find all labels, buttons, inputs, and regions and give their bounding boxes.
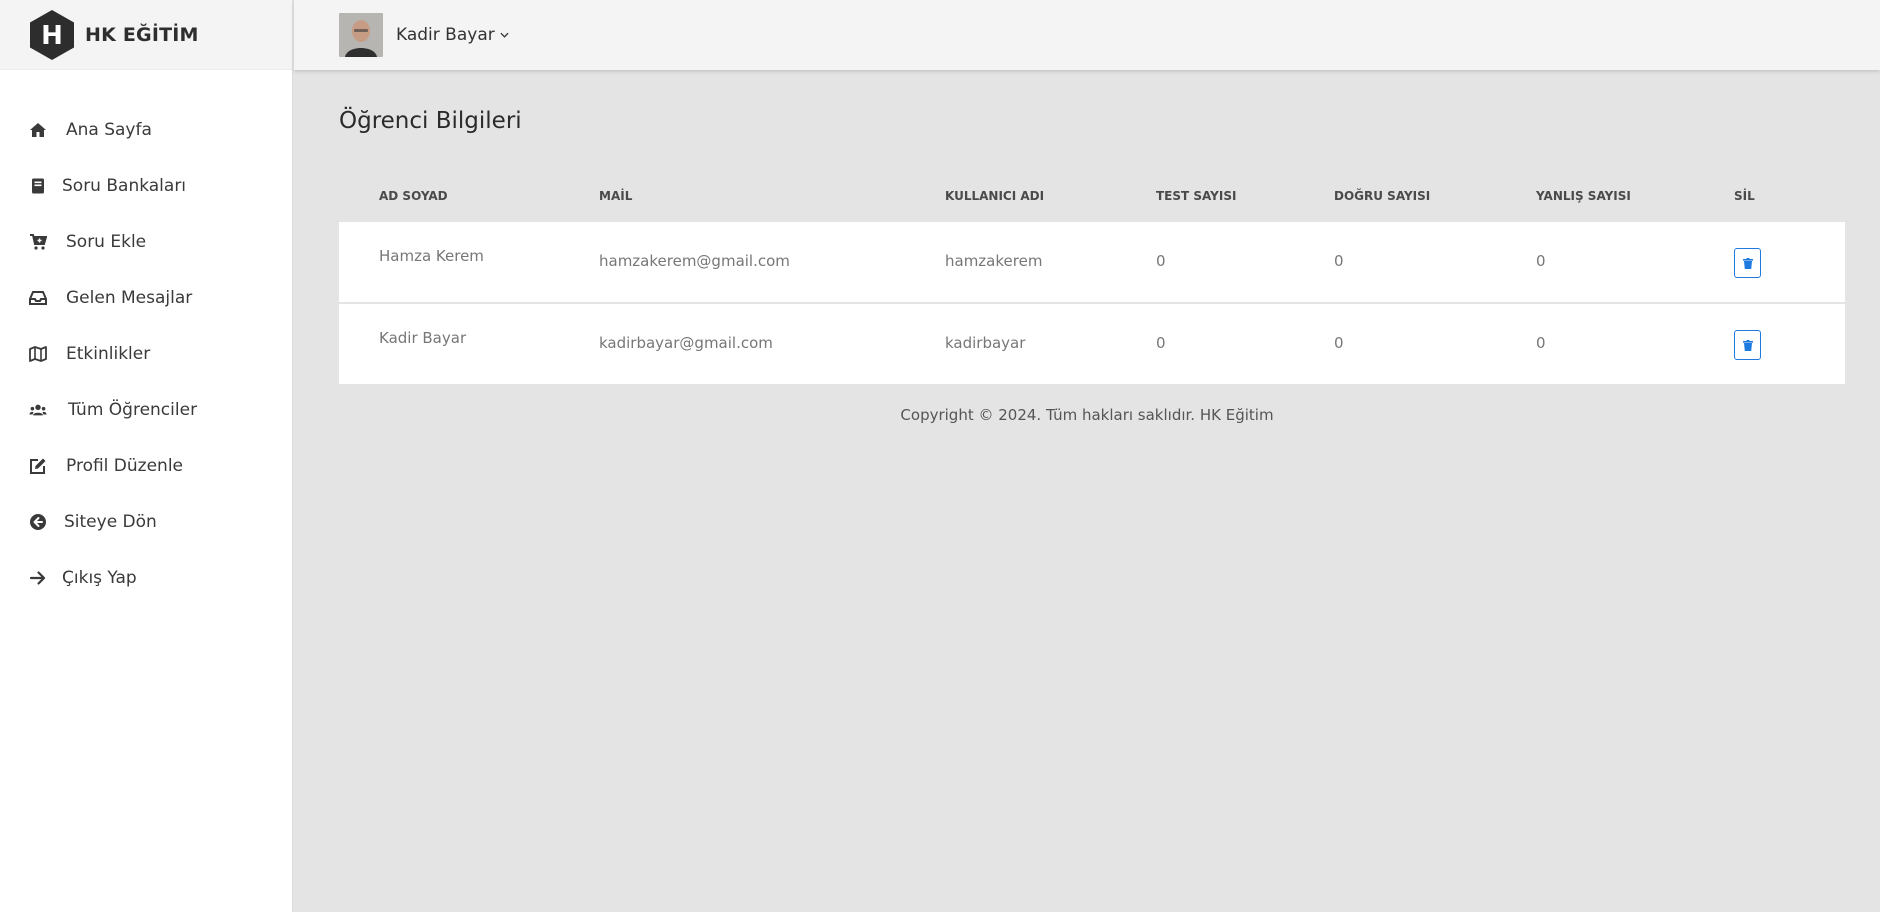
footer-copyright: Copyright © 2024. Tüm hakları saklıdır. … bbox=[900, 406, 1274, 424]
sidebar-item-ana-sayfa[interactable]: Ana Sayfa bbox=[0, 102, 292, 158]
student-name: Hamza Kerem bbox=[379, 247, 484, 265]
sidebar-item-label: Etkinlikler bbox=[66, 344, 151, 364]
table-row: Hamza Kerem hamzakerem@gmail.com hamzake… bbox=[339, 222, 1845, 302]
brand-logo-icon: H bbox=[30, 9, 74, 60]
map-icon bbox=[28, 344, 48, 364]
top-bar: Kadir Bayar bbox=[294, 0, 1880, 70]
sidebar-item-label: Profil Düzenle bbox=[66, 456, 184, 476]
edit-icon bbox=[28, 456, 48, 476]
column-header[interactable]: AD SOYAD bbox=[379, 189, 448, 203]
trash-icon bbox=[1742, 257, 1753, 269]
student-mail: hamzakerem@gmail.com bbox=[599, 252, 790, 270]
avatar[interactable] bbox=[339, 13, 383, 57]
sidebar-nav: Ana Sayfa Soru Bankaları Soru Ekle Gelen… bbox=[0, 70, 292, 606]
column-header[interactable]: YANLIŞ SAYISI bbox=[1536, 189, 1631, 203]
brand-logo-letter: H bbox=[41, 21, 63, 51]
students-table: AD SOYAD MAİL KULLANICI ADI TEST SAYISI … bbox=[339, 170, 1845, 384]
page-title: Öğrenci Bilgileri bbox=[339, 108, 522, 134]
sidebar-item-soru-bankalari[interactable]: Soru Bankaları bbox=[0, 158, 292, 214]
users-icon bbox=[28, 400, 48, 420]
table-header: AD SOYAD MAİL KULLANICI ADI TEST SAYISI … bbox=[339, 170, 1845, 222]
column-header[interactable]: TEST SAYISI bbox=[1156, 189, 1236, 203]
sidebar-item-label: Ana Sayfa bbox=[66, 120, 152, 140]
sidebar-item-etkinlikler[interactable]: Etkinlikler bbox=[0, 326, 292, 382]
column-header[interactable]: KULLANICI ADI bbox=[945, 189, 1044, 203]
test-count: 0 bbox=[1156, 334, 1166, 352]
sidebar-item-cikis-yap[interactable]: Çıkış Yap bbox=[0, 550, 292, 606]
brand[interactable]: H HK EĞİTİM bbox=[0, 0, 292, 70]
correct-count: 0 bbox=[1334, 252, 1344, 270]
chevron-down-icon bbox=[500, 30, 509, 41]
delete-button[interactable] bbox=[1734, 330, 1761, 360]
sidebar-item-label: Tüm Öğrenciler bbox=[68, 400, 198, 420]
test-count: 0 bbox=[1156, 252, 1166, 270]
delete-button[interactable] bbox=[1734, 248, 1761, 278]
sidebar-item-siteye-don[interactable]: Siteye Dön bbox=[0, 494, 292, 550]
sidebar-item-tum-ogrenciler[interactable]: Tüm Öğrenciler bbox=[0, 382, 292, 438]
student-mail: kadirbayar@gmail.com bbox=[599, 334, 773, 352]
sidebar-item-profil-duzenle[interactable]: Profil Düzenle bbox=[0, 438, 292, 494]
sidebar-item-label: Soru Bankaları bbox=[62, 176, 187, 196]
sidebar-item-label: Siteye Dön bbox=[64, 512, 157, 532]
student-username: hamzakerem bbox=[945, 252, 1043, 270]
cart-plus-icon bbox=[28, 232, 48, 252]
wrong-count: 0 bbox=[1536, 252, 1546, 270]
inbox-icon bbox=[28, 288, 48, 308]
sidebar: H HK EĞİTİM Ana Sayfa Soru Bankaları Sor… bbox=[0, 0, 293, 912]
column-header: SİL bbox=[1734, 189, 1755, 203]
column-header[interactable]: MAİL bbox=[599, 189, 632, 203]
delete-cell bbox=[1734, 330, 1761, 360]
table-row: Kadir Bayar kadirbayar@gmail.com kadirba… bbox=[339, 304, 1845, 384]
sidebar-item-label: Soru Ekle bbox=[66, 232, 147, 252]
column-header[interactable]: DOĞRU SAYISI bbox=[1334, 189, 1430, 203]
sidebar-item-soru-ekle[interactable]: Soru Ekle bbox=[0, 214, 292, 270]
user-menu[interactable]: Kadir Bayar bbox=[396, 25, 509, 45]
arrow-circle-left-icon bbox=[28, 512, 48, 532]
sidebar-item-gelen-mesajlar[interactable]: Gelen Mesajlar bbox=[0, 270, 292, 326]
brand-name: HK EĞİTİM bbox=[85, 23, 199, 46]
book-icon bbox=[28, 176, 48, 196]
student-username: kadirbayar bbox=[945, 334, 1026, 352]
trash-icon bbox=[1742, 339, 1753, 351]
sidebar-item-label: Gelen Mesajlar bbox=[66, 288, 193, 308]
wrong-count: 0 bbox=[1536, 334, 1546, 352]
student-name: Kadir Bayar bbox=[379, 329, 467, 347]
user-name: Kadir Bayar bbox=[396, 25, 495, 45]
correct-count: 0 bbox=[1334, 334, 1344, 352]
arrow-right-icon bbox=[28, 568, 48, 588]
delete-cell bbox=[1734, 248, 1761, 278]
home-icon bbox=[28, 120, 48, 140]
sidebar-item-label: Çıkış Yap bbox=[62, 568, 137, 588]
main-content: Öğrenci Bilgileri AD SOYAD MAİL KULLANIC… bbox=[294, 70, 1880, 912]
